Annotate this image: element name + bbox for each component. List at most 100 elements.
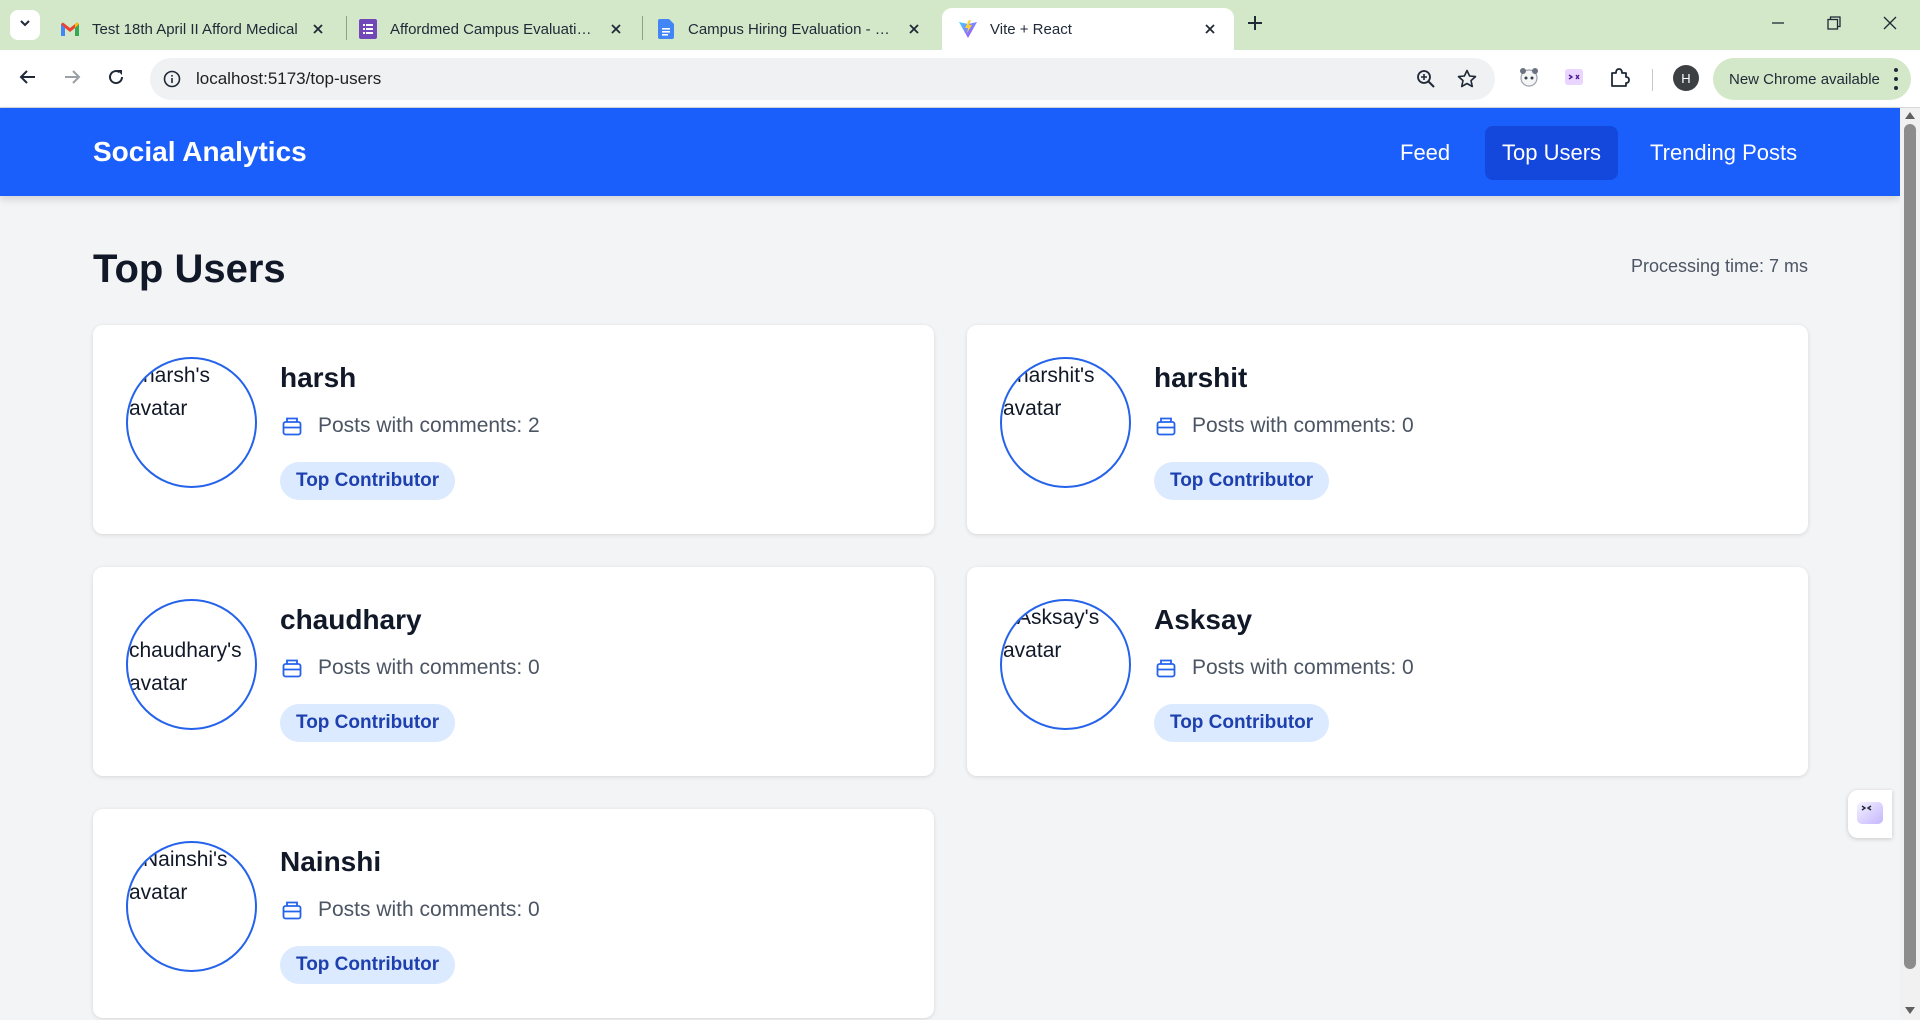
avatar: harsh's avatar bbox=[126, 357, 257, 488]
restore-icon bbox=[1827, 15, 1841, 35]
close-window-button[interactable] bbox=[1862, 0, 1918, 50]
docs-icon bbox=[656, 19, 676, 39]
processing-time: Processing time: 7 ms bbox=[1630, 256, 1808, 276]
site-info-icon[interactable] bbox=[160, 67, 184, 91]
tab-title: Affordmed Campus Evaluation | bbox=[390, 20, 598, 38]
nav-link-feed[interactable]: Feed bbox=[1383, 126, 1467, 180]
close-tab-icon[interactable] bbox=[308, 19, 328, 39]
user-name: harshit bbox=[1154, 362, 1248, 393]
browser-tab-strip: Test 18th April II Afford Medical Afford… bbox=[0, 0, 1920, 50]
user-card: Asksay's avatar Asksay Posts with commen… bbox=[967, 567, 1808, 776]
status-badge: Top Contributor bbox=[280, 704, 456, 742]
posts-with-comments-text: Posts with comments: 0 bbox=[318, 656, 540, 679]
page-title: Top Users bbox=[93, 247, 286, 291]
browser-toolbar: localhost:5173/top-users H New Chrome av… bbox=[0, 50, 1920, 108]
close-tab-icon[interactable] bbox=[606, 19, 626, 39]
avatar: Asksay's avatar bbox=[1000, 599, 1131, 730]
user-card: Nainshi's avatar Nainshi Posts with comm… bbox=[93, 809, 934, 1018]
scroll-down-arrow-icon[interactable] bbox=[1905, 1007, 1915, 1014]
minimize-button[interactable] bbox=[1750, 0, 1806, 50]
broken-image-icon bbox=[129, 364, 141, 376]
app-brand[interactable]: Social Analytics bbox=[93, 136, 307, 168]
status-badge: Top Contributor bbox=[1154, 704, 1330, 742]
user-card: harshit's avatar harshit Posts with comm… bbox=[967, 325, 1808, 534]
close-tab-icon[interactable] bbox=[1200, 19, 1220, 39]
user-name: chaudhary bbox=[280, 604, 422, 635]
forward-button[interactable] bbox=[56, 63, 88, 95]
restore-button[interactable] bbox=[1806, 0, 1862, 50]
forms-icon bbox=[358, 19, 378, 39]
nav-link-top-users[interactable]: Top Users bbox=[1485, 126, 1619, 180]
close-icon bbox=[1883, 16, 1897, 35]
back-button[interactable] bbox=[12, 63, 44, 95]
arrow-right-icon bbox=[63, 68, 81, 91]
reload-icon bbox=[107, 68, 125, 91]
chevron-down-icon bbox=[18, 16, 32, 35]
status-badge: Top Contributor bbox=[280, 946, 456, 984]
chrome-update-button[interactable]: New Chrome available bbox=[1713, 58, 1911, 100]
update-chip-label: New Chrome available bbox=[1729, 70, 1880, 88]
side-widget-button[interactable] bbox=[1848, 790, 1892, 838]
profile-avatar[interactable]: H bbox=[1673, 65, 1699, 91]
panda-extension-icon bbox=[1518, 66, 1540, 93]
tab-title: Campus Hiring Evaluation - Full bbox=[688, 20, 896, 38]
scroll-up-arrow-icon[interactable] bbox=[1905, 112, 1915, 119]
user-card: chaudhary's avatar chaudhary Posts with … bbox=[93, 567, 934, 776]
posts-with-comments-text: Posts with comments: 2 bbox=[318, 414, 540, 437]
menu-dots-icon[interactable] bbox=[1893, 68, 1899, 90]
widget-face-icon bbox=[1856, 798, 1884, 831]
user-name: Asksay bbox=[1154, 604, 1253, 635]
tab-title: Vite + React bbox=[990, 20, 1072, 38]
inbox-icon bbox=[280, 414, 304, 438]
avatar-alt-text: chaudhary's avatar bbox=[129, 639, 242, 695]
avatar: harshit's avatar bbox=[1000, 357, 1131, 488]
zoom-icon[interactable] bbox=[1414, 67, 1438, 91]
user-name: harsh bbox=[280, 362, 357, 393]
broken-image-icon bbox=[129, 606, 141, 618]
broken-image-icon bbox=[129, 848, 141, 860]
posts-with-comments: Posts with comments: 0 bbox=[280, 653, 540, 683]
browser-tab-active[interactable]: Vite + React bbox=[942, 8, 1234, 50]
inbox-icon bbox=[1154, 414, 1178, 438]
extension-icon[interactable] bbox=[1558, 63, 1590, 95]
posts-with-comments-text: Posts with comments: 0 bbox=[1192, 656, 1414, 679]
inbox-icon bbox=[1154, 656, 1178, 680]
bookmark-star-icon[interactable] bbox=[1455, 67, 1479, 91]
close-tab-icon[interactable] bbox=[904, 19, 924, 39]
user-card: harsh's avatar harsh Posts with comments… bbox=[93, 325, 934, 534]
avatar-alt-text: harshit's avatar bbox=[1003, 364, 1095, 420]
toolbar-separator bbox=[1652, 69, 1653, 91]
broken-image-icon bbox=[1003, 364, 1015, 376]
posts-with-comments-text: Posts with comments: 0 bbox=[1192, 414, 1414, 437]
purple-extension-icon bbox=[1563, 66, 1585, 93]
inbox-icon bbox=[280, 656, 304, 680]
scrollbar-thumb[interactable] bbox=[1904, 124, 1916, 969]
plus-icon bbox=[1247, 15, 1263, 36]
status-badge: Top Contributor bbox=[280, 462, 456, 500]
arrow-left-icon bbox=[19, 68, 37, 91]
extension-icon[interactable] bbox=[1513, 63, 1545, 95]
browser-tab[interactable]: Test 18th April II Afford Medical bbox=[44, 8, 342, 50]
posts-with-comments: Posts with comments: 0 bbox=[1154, 653, 1414, 683]
address-bar[interactable]: localhost:5173/top-users bbox=[150, 58, 1495, 100]
new-tab-button[interactable] bbox=[1241, 11, 1269, 39]
avatar: Nainshi's avatar bbox=[126, 841, 257, 972]
tab-search-button[interactable] bbox=[10, 10, 40, 40]
status-badge: Top Contributor bbox=[1154, 462, 1330, 500]
reload-button[interactable] bbox=[100, 63, 132, 95]
avatar-alt-text: harsh's avatar bbox=[129, 364, 211, 420]
page-scrollbar[interactable] bbox=[1900, 108, 1920, 1020]
avatar-alt-text: Nainshi's avatar bbox=[129, 848, 228, 904]
posts-with-comments: Posts with comments: 0 bbox=[1154, 411, 1414, 441]
minimize-icon bbox=[1771, 16, 1785, 35]
broken-image-icon bbox=[1003, 606, 1015, 618]
browser-tab[interactable]: Campus Hiring Evaluation - Full bbox=[640, 8, 938, 50]
nav-link-trending-posts[interactable]: Trending Posts bbox=[1633, 126, 1814, 180]
vite-icon bbox=[958, 19, 978, 39]
user-name: Nainshi bbox=[280, 846, 382, 877]
posts-with-comments: Posts with comments: 0 bbox=[280, 895, 540, 925]
extensions-button[interactable] bbox=[1603, 63, 1635, 95]
gmail-icon bbox=[60, 19, 80, 39]
url-text[interactable]: localhost:5173/top-users bbox=[196, 69, 381, 89]
browser-tab[interactable]: Affordmed Campus Evaluation | bbox=[342, 8, 640, 50]
